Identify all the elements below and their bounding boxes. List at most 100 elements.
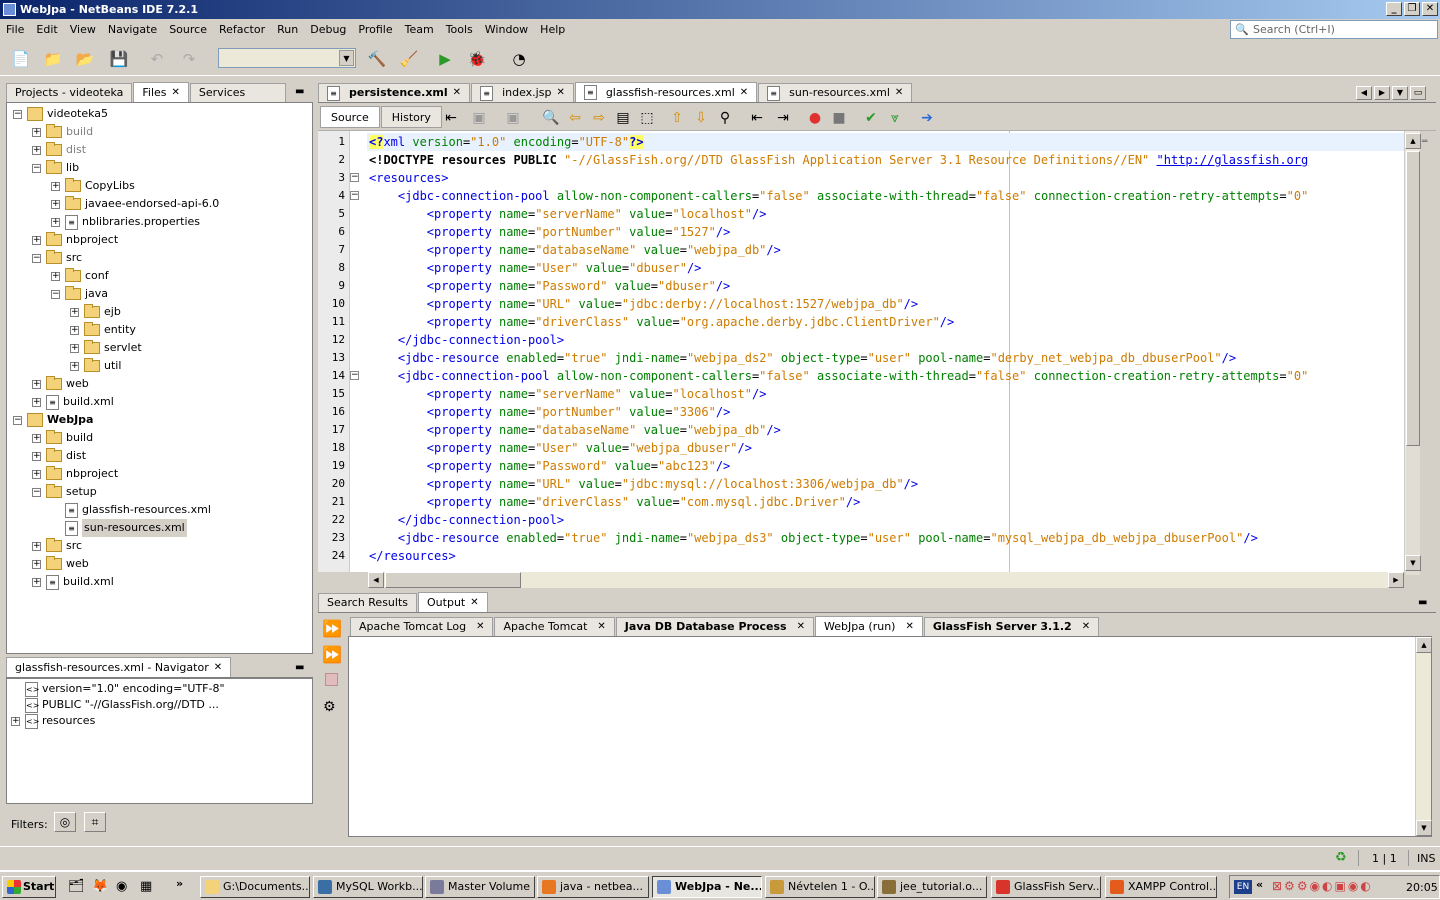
stop-macro-icon[interactable]: ■: [828, 110, 850, 126]
expand-icon[interactable]: +: [51, 217, 60, 227]
close-icon[interactable]: ✕: [1082, 618, 1090, 636]
tree-item[interactable]: + build: [32, 123, 93, 141]
tree-item[interactable]: + util: [70, 357, 121, 375]
expand-icon[interactable]: +: [70, 325, 79, 335]
save-all-icon[interactable]: 💾: [108, 48, 130, 70]
tray-icons[interactable]: ⊠⚙⚙◉◐▣◉◐: [1272, 879, 1373, 893]
tree-item[interactable]: + web: [32, 375, 89, 393]
output-settings-icon[interactable]: ⚙: [323, 699, 336, 715]
debug-icon[interactable]: 🐞: [466, 48, 488, 70]
taskbar-button-xampp-control[interactable]: XAMPP Control...: [1105, 876, 1217, 898]
minimize-panel-icon[interactable]: ▬: [1418, 597, 1427, 608]
tree-item[interactable]: + servlet: [70, 339, 142, 357]
tree-item[interactable]: − WebJpa: [13, 411, 93, 429]
clean-build-icon[interactable]: 🧹: [398, 48, 420, 70]
rerun-with-params-icon[interactable]: ⏩: [322, 645, 342, 664]
find-icon[interactable]: 🔍: [540, 110, 562, 126]
output-tab-webjpa-run[interactable]: WebJpa (run) ✕: [814, 616, 923, 636]
next-bookmark-icon[interactable]: ⇩: [690, 110, 712, 126]
validate-xml-icon[interactable]: ⩔: [884, 110, 906, 126]
tab-navigator[interactable]: glassfish-resources.xml - Navigator ✕: [6, 657, 232, 677]
maximize-button[interactable]: ❐: [1404, 2, 1420, 16]
minimize-panel-icon[interactable]: ▬: [295, 662, 307, 674]
tree-item[interactable]: + javaee-endorsed-api-6.0: [51, 195, 219, 213]
tree-item[interactable]: + conf: [51, 267, 109, 285]
scroll-left-icon[interactable]: ◀: [368, 572, 384, 588]
code-editor[interactable]: 1 2 3 4 5 6 7 8 9 10 11 12 13 14 15 16 17 18 19 20 21 22 23 24 …: [318, 131, 1420, 572]
collapse-icon[interactable]: −: [13, 415, 22, 425]
quick-launch-more-icon[interactable]: »: [176, 877, 183, 890]
menu-debug[interactable]: Debug: [304, 19, 352, 41]
quick-launch-app-icon[interactable]: ▦: [140, 879, 152, 894]
collapse-icon[interactable]: −: [32, 487, 41, 497]
tree-item[interactable]: + nbproject: [32, 465, 118, 483]
close-icon[interactable]: ✕: [476, 618, 484, 636]
scroll-thumb[interactable]: [1406, 151, 1420, 446]
tree-item[interactable]: + web: [32, 555, 89, 573]
xsl-transform-icon[interactable]: ➔: [916, 110, 938, 126]
quick-launch-firefox-icon[interactable]: 🦊: [92, 879, 108, 894]
collapse-icon[interactable]: −: [51, 289, 60, 299]
close-icon[interactable]: ✕: [453, 84, 461, 102]
expand-icon[interactable]: +: [32, 541, 41, 551]
taskbar-button-webjpa-ne[interactable]: WebJpa - Ne...: [652, 876, 762, 898]
expand-icon[interactable]: +: [32, 145, 41, 155]
close-icon[interactable]: ✕: [470, 594, 478, 612]
expand-icon[interactable]: +: [70, 343, 79, 353]
editor-vertical-scrollbar[interactable]: ▲ ▼: [1404, 131, 1421, 575]
build-icon[interactable]: 🔨: [366, 48, 388, 70]
search-box[interactable]: 🔍 Search (Ctrl+I): [1230, 20, 1438, 39]
tray-expand-icon[interactable]: «: [1256, 878, 1263, 891]
menu-window[interactable]: Window: [479, 19, 534, 41]
run-icon[interactable]: ▶: [434, 48, 456, 70]
taskbar-button-master-volume[interactable]: Master Volume: [425, 876, 535, 898]
expand-icon[interactable]: +: [32, 577, 41, 587]
filter-fields-icon[interactable]: ◎: [54, 812, 76, 832]
expand-icon[interactable]: +: [32, 451, 41, 461]
tab-projects-videoteka[interactable]: Projects - videoteka: [6, 83, 133, 102]
start-button[interactable]: Start: [2, 876, 56, 898]
tab-search-results[interactable]: Search Results: [318, 593, 418, 612]
new-file-icon[interactable]: 📄: [10, 48, 32, 70]
expand-icon[interactable]: +: [32, 379, 41, 389]
taskbar-button-jee-tutorial-o[interactable]: jee_tutorial.o...: [877, 876, 987, 898]
tab-services[interactable]: Services: [189, 83, 286, 102]
quick-launch-explorer-icon[interactable]: 🗂: [68, 879, 85, 894]
start-macro-icon[interactable]: ●: [804, 110, 826, 126]
filter-inherited-icon[interactable]: ⌗: [84, 812, 106, 832]
stop-icon[interactable]: [325, 673, 338, 686]
close-icon[interactable]: ✕: [214, 659, 222, 677]
tree-item[interactable]: − src: [32, 249, 82, 267]
scroll-tabs-left-icon[interactable]: ◀: [1356, 86, 1372, 100]
tree-item[interactable]: − lib: [32, 159, 79, 177]
tree-item[interactable]: − videoteka5: [13, 105, 108, 123]
expand-icon[interactable]: +: [32, 235, 41, 245]
rect-selection-icon[interactable]: ⬚: [636, 110, 658, 126]
expand-icon[interactable]: +: [32, 469, 41, 479]
close-icon[interactable]: ✕: [597, 618, 605, 636]
tab-files[interactable]: Files ✕: [133, 82, 189, 102]
output-console[interactable]: ▲ ▼: [348, 636, 1432, 837]
tree-item[interactable]: + build: [32, 429, 93, 447]
profile-icon[interactable]: ◔: [508, 48, 530, 70]
close-icon[interactable]: ✕: [740, 84, 748, 102]
scroll-down-icon[interactable]: ▼: [1416, 820, 1432, 836]
menu-refactor[interactable]: Refactor: [213, 19, 271, 41]
menu-run[interactable]: Run: [271, 19, 304, 41]
close-icon[interactable]: ✕: [556, 84, 564, 102]
taskbar-button-glassfish-serv[interactable]: GlassFish Serv...: [991, 876, 1101, 898]
menu-view[interactable]: View: [64, 19, 102, 41]
fold-icon[interactable]: −: [350, 191, 359, 200]
menu-file[interactable]: File: [0, 19, 30, 41]
scroll-down-icon[interactable]: ▼: [1405, 555, 1421, 571]
tree-item[interactable]: + dist: [32, 447, 86, 465]
tree-item[interactable]: − java: [51, 285, 108, 303]
expand-icon[interactable]: +: [51, 199, 60, 209]
close-icon[interactable]: ✕: [905, 618, 913, 636]
tree-item[interactable]: − setup: [32, 483, 97, 501]
minimize-panel-icon[interactable]: ▬: [295, 86, 307, 98]
scroll-right-icon[interactable]: ▶: [1388, 572, 1404, 588]
expand-icon[interactable]: +: [32, 127, 41, 137]
forward-icon[interactable]: ▣: [468, 110, 490, 126]
tree-item[interactable]: + ≡ nblibraries.properties: [51, 213, 200, 231]
